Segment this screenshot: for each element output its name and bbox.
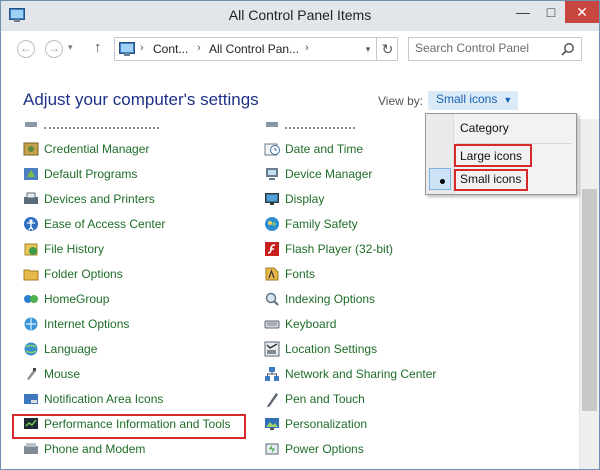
view-by-label: View by: [378,94,424,108]
list-item-fonts[interactable]: Fonts [264,263,504,285]
page-heading: Adjust your computer's settings [23,90,259,109]
highlight-large-icons [454,144,532,167]
up-button[interactable]: ↑ [94,39,102,56]
back-button[interactable]: ← [17,40,35,58]
color-management-icon [266,122,278,127]
mouse-icon [27,368,36,380]
notification-area-icon [24,394,38,404]
search-icon[interactable] [561,42,575,56]
keyboard-icon [264,320,280,329]
forward-button[interactable]: → [45,40,63,58]
list-item-phone-modem[interactable]: Phone and Modem [23,438,253,460]
file-history-icon [24,243,38,256]
folder-icon [23,269,39,281]
address-bar[interactable]: › Cont... › All Control Pan... › ▾ ↻ [114,37,398,61]
highlight-small-icons [454,169,528,191]
fonts-icon [265,267,279,281]
list-item-keyboard[interactable]: Keyboard [264,313,504,335]
address-dropdown-icon[interactable]: ▾ [359,38,377,60]
list-item-folder-options[interactable]: Folder Options [23,263,253,285]
search-box[interactable] [408,37,582,61]
language-icon [24,342,38,356]
location-settings-icon [264,341,280,357]
recent-locations-button[interactable]: ▾ [68,42,73,53]
list-item-family-safety[interactable]: Family Safety [264,213,504,235]
list-item-power-options[interactable]: Power Options [264,438,504,460]
view-by-menu: Category Large icons Small icons [425,113,577,195]
list-item-pen-touch[interactable]: Pen and Touch [264,388,504,410]
maximize-button[interactable]: □ [537,1,565,23]
flash-player-icon [265,242,279,256]
control-panel-icon [119,42,135,56]
list-item-devices-printers[interactable]: Devices and Printers [23,188,253,210]
indexing-options-icon [265,292,279,306]
network-icon [265,367,279,381]
view-by-value: Small icons [436,92,498,106]
list-item-location-settings[interactable]: Location Settings [264,338,504,360]
breadcrumb-separator[interactable]: › [140,42,144,54]
list-item-personalization[interactable]: Personalization [264,413,504,435]
navigation-bar: ← → ▾ ↑ › Cont... › All Control Pan... ›… [1,31,599,69]
list-item-flash-player[interactable]: Flash Player (32-bit) [264,238,504,260]
list-item-language[interactable]: Language [23,338,253,360]
close-button[interactable]: ✕ [565,1,599,23]
highlight-performance-item [12,414,246,439]
list-item-indexing-options[interactable]: Indexing Options [264,288,504,310]
list-item-mouse[interactable]: Mouse [23,363,253,385]
breadcrumb-separator[interactable]: › [305,42,309,54]
printer-icon [24,192,38,204]
list-item-default-programs[interactable]: Default Programs [23,163,253,185]
list-item-homegroup[interactable]: HomeGroup [23,288,253,310]
menu-item-category[interactable]: Category [426,117,576,139]
list-item-ease-of-access[interactable]: Ease of Access Center [23,213,253,235]
list-item-network-sharing[interactable]: Network and Sharing Center [264,363,504,385]
breadcrumb-control-panel[interactable]: Cont... [153,42,188,56]
ease-of-access-icon [24,217,38,231]
personalization-icon [265,418,279,430]
title-bar: All Control Panel Items — □ ✕ [1,1,599,32]
breadcrumb-separator[interactable]: › [197,42,201,54]
device-manager-icon [266,168,278,180]
view-by-dropdown[interactable]: Small icons ▼ [428,91,519,110]
scrollbar-thumb[interactable] [582,189,597,411]
control-panel-window: All Control Panel Items — □ ✕ ← → ▾ ↑ › … [0,0,600,470]
list-item-internet-options[interactable]: Internet Options [23,313,253,335]
display-icon [265,193,279,205]
refresh-button[interactable]: ↻ [376,38,398,60]
internet-options-icon [24,317,38,331]
phone-modem-icon [24,443,38,454]
minimize-button[interactable]: — [509,1,537,23]
breadcrumb-all-items[interactable]: All Control Pan... [209,42,299,56]
search-input[interactable] [415,41,555,55]
homegroup-icon [24,295,38,303]
credential-manager-icon [23,142,39,156]
list-item-file-history[interactable]: File History [23,238,253,260]
family-safety-icon [265,217,279,231]
list-item-notification-area-icons[interactable]: Notification Area Icons [23,388,253,410]
date-time-icon [264,143,280,156]
list-item-credential-manager[interactable]: Credential Manager [23,138,253,160]
pen-touch-icon [267,393,278,407]
vertical-scrollbar[interactable] [579,119,599,469]
admin-tools-icon [25,122,37,127]
chevron-down-icon: ▼ [503,95,513,105]
power-options-icon [265,443,279,455]
default-programs-icon [24,168,38,180]
